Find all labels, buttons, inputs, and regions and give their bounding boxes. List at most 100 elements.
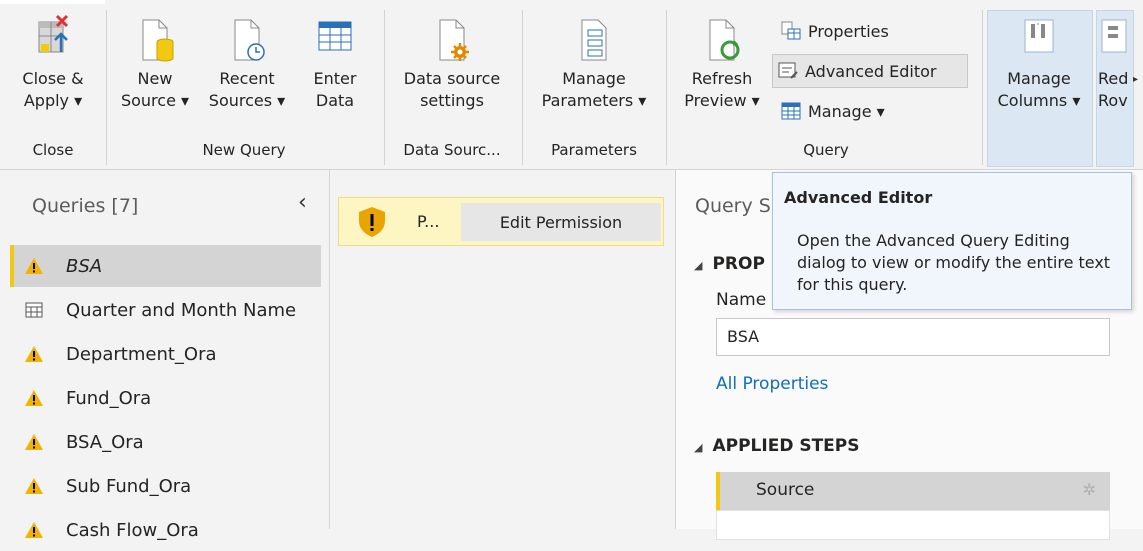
collapse-triangle-icon: ◢ <box>694 441 703 454</box>
group-separator <box>522 10 523 165</box>
reduce-rows-line2: Rov <box>1098 91 1128 110</box>
collapse-panel-icon[interactable]: ‹ <box>298 190 307 215</box>
edit-permission-button[interactable]: Edit Permission <box>461 203 661 241</box>
warning-text: P... <box>417 212 440 231</box>
query-name-input[interactable]: BSA <box>716 318 1110 356</box>
query-label: Sub Fund_Ora <box>66 475 192 497</box>
manage-columns-line1: Manage <box>1007 69 1071 88</box>
manage-columns-line2: Columns ▾ <box>997 91 1081 110</box>
table-icon <box>318 21 352 51</box>
group-label-new-query: New Query <box>202 141 286 159</box>
query-item-fund-ora[interactable]: Fund_Ora <box>10 377 321 419</box>
query-item-department-ora[interactable]: Department_Ora <box>10 333 321 375</box>
applied-step-next[interactable] <box>716 510 1110 540</box>
query-item-bsa-ora[interactable]: BSA_Ora <box>10 421 321 463</box>
group-label-parameters: Parameters <box>551 141 637 159</box>
enter-data-line2: Data <box>315 91 355 110</box>
query-label: Fund_Ora <box>66 387 152 409</box>
gear-icon[interactable]: ✲ <box>1083 480 1096 499</box>
permission-warning-bar: P... Edit Permission <box>338 197 664 246</box>
close-apply-icon <box>38 14 69 53</box>
close-apply-line1: Close & <box>22 69 84 88</box>
new-source-line1: New <box>137 69 173 88</box>
data-source-settings-button[interactable]: Data source settings <box>390 8 514 112</box>
recent-sources-button[interactable]: Recent Sources ▾ <box>200 8 294 112</box>
ribbon-top-edge <box>0 0 1143 4</box>
new-source-line2: Source ▾ <box>120 91 190 110</box>
query-settings-title: Query S <box>695 195 771 217</box>
applied-steps-section-header[interactable]: ◢ APPLIED STEPS <box>694 436 860 456</box>
properties-header-label: PROP <box>712 254 765 274</box>
queries-panel: Queries [7] ‹ BSA Quarter and Month Name… <box>0 170 330 541</box>
refresh-preview-line1: Refresh <box>691 69 753 88</box>
warning-icon <box>22 433 46 451</box>
group-separator <box>384 10 385 165</box>
group-label-query: Query <box>803 141 849 159</box>
properties-button[interactable]: Properties <box>780 20 889 42</box>
close-apply-line2: Apply ▾ <box>23 91 83 110</box>
enter-data-line1: Enter <box>313 69 357 88</box>
rows-icon <box>1101 19 1127 53</box>
group-separator <box>982 10 983 165</box>
group-label-data-sources: Data Sourc... <box>403 141 501 159</box>
queries-title: Queries [7] <box>32 195 139 217</box>
name-label: Name <box>716 290 767 310</box>
data-source-settings-line1: Data source <box>403 69 501 88</box>
warning-icon <box>22 521 46 539</box>
group-label-close: Close <box>32 141 74 159</box>
data-source-settings-line2: settings <box>420 91 484 110</box>
group-separator <box>106 10 107 165</box>
query-item-bsa[interactable]: BSA <box>10 245 321 287</box>
enter-data-button[interactable]: Enter Data <box>300 8 370 112</box>
query-label: BSA <box>66 255 103 277</box>
group-separator <box>666 10 667 165</box>
ribbon-scroll-right-icon[interactable]: ▸ <box>1133 74 1138 85</box>
recent-sources-icon <box>234 19 265 61</box>
columns-icon <box>1024 19 1054 53</box>
refresh-icon <box>709 19 740 61</box>
shield-warning-icon <box>357 206 387 242</box>
manage-columns-button[interactable]: Manage Columns ▾ <box>988 8 1090 112</box>
warning-icon <box>22 345 46 363</box>
advanced-editor-button[interactable]: Advanced Editor <box>772 54 968 88</box>
manage-parameters-line1: Manage <box>562 69 626 88</box>
close-apply-button[interactable]: Close & Apply ▾ <box>12 8 94 112</box>
applied-step-source[interactable]: Source ✲ <box>716 472 1110 510</box>
new-source-button[interactable]: New Source ▾ <box>114 8 196 112</box>
applied-steps-label: APPLIED STEPS <box>712 436 860 456</box>
advanced-editor-tooltip: Advanced Editor Open the Advanced Query … <box>772 172 1132 310</box>
parameters-icon <box>581 19 607 61</box>
query-label: Quarter and Month Name <box>66 299 297 321</box>
query-item-sub-fund-ora[interactable]: Sub Fund_Ora <box>10 465 321 507</box>
refresh-preview-line2: Preview ▾ <box>684 91 760 110</box>
properties-section-header[interactable]: ◢ PROP <box>694 254 765 274</box>
warning-icon <box>22 389 46 407</box>
manage-button[interactable]: Manage ▾ <box>780 100 885 122</box>
ribbon: Close & Apply ▾ Close New Source ▾ Recen… <box>0 0 1143 170</box>
active-tab-indicator <box>0 0 105 4</box>
manage-parameters-button[interactable]: Manage Parameters ▾ <box>530 8 658 112</box>
preview-panel: P... Edit Permission <box>330 170 675 529</box>
query-item-cash-flow-ora[interactable]: Cash Flow_Ora <box>10 509 321 551</box>
advanced-editor-icon <box>778 62 798 79</box>
data-source-settings-icon <box>439 19 469 61</box>
reduce-rows-button[interactable]: Red Rov <box>1098 8 1132 112</box>
advanced-editor-label: Advanced Editor <box>805 61 937 81</box>
manage-parameters-line2: Parameters ▾ <box>541 91 647 110</box>
table-icon <box>22 302 46 318</box>
all-properties-link[interactable]: All Properties <box>716 374 828 394</box>
manage-label: Manage ▾ <box>808 101 885 121</box>
collapse-triangle-icon: ◢ <box>694 259 703 272</box>
reduce-rows-line1: Red <box>1098 69 1129 88</box>
table-icon <box>781 102 801 120</box>
query-label: BSA_Ora <box>66 431 144 453</box>
query-label: Department_Ora <box>66 343 217 365</box>
tooltip-title: Advanced Editor <box>784 188 933 207</box>
query-item-quarter-and-month-name[interactable]: Quarter and Month Name <box>10 289 321 331</box>
recent-sources-line1: Recent <box>219 69 275 88</box>
refresh-preview-button[interactable]: Refresh Preview ▾ <box>676 8 768 112</box>
warning-icon <box>22 477 46 495</box>
query-label: Cash Flow_Ora <box>66 519 199 541</box>
recent-sources-line2: Sources ▾ <box>208 91 286 110</box>
properties-icon <box>781 21 801 40</box>
